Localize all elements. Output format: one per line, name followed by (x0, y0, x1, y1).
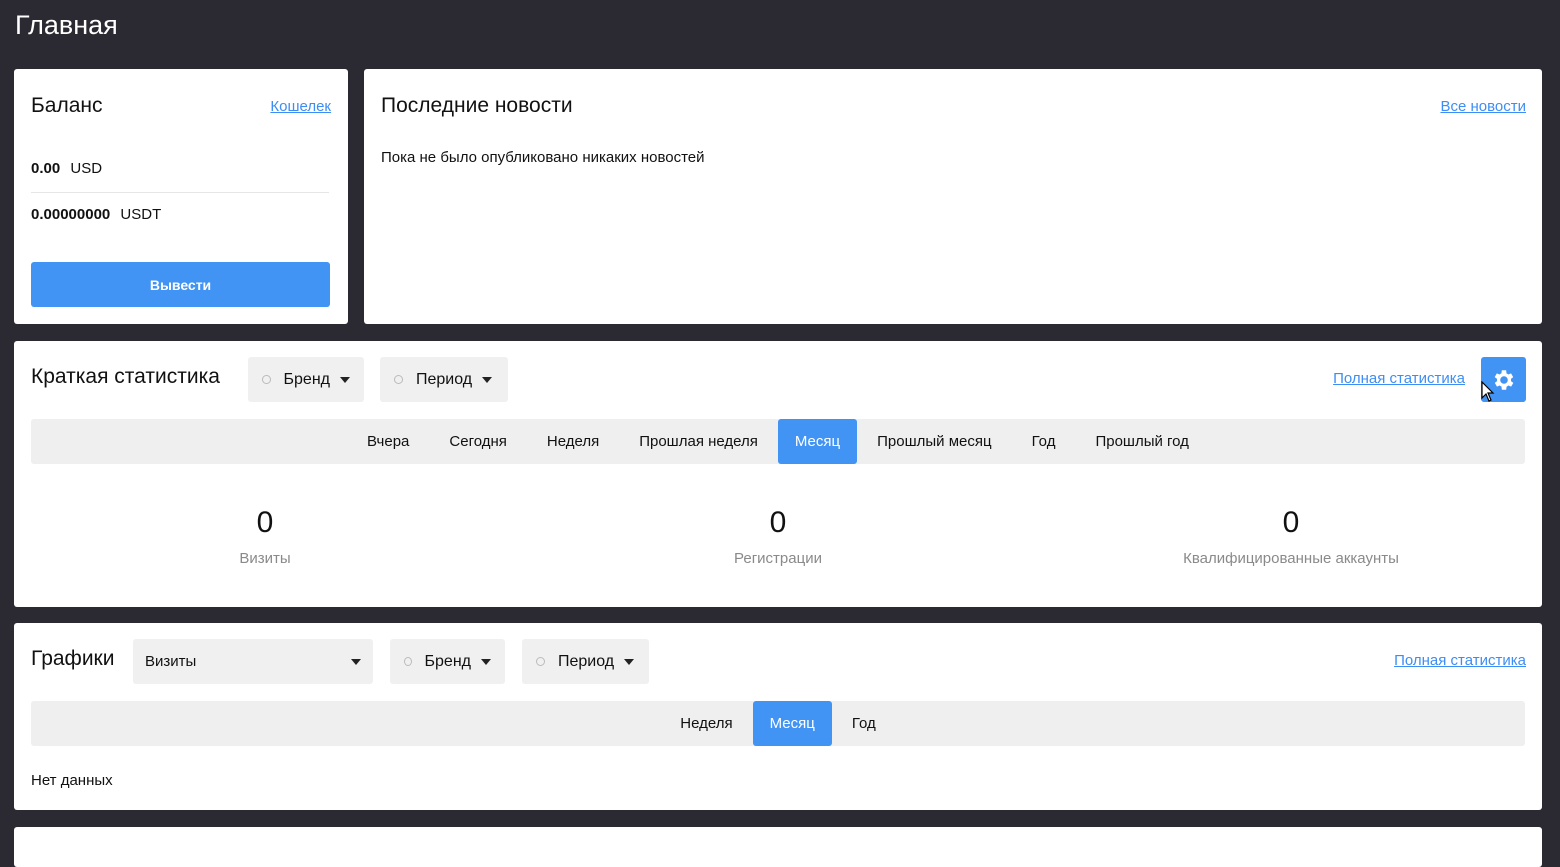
stats-title: Краткая статистика (31, 365, 220, 388)
period-dropdown[interactable]: Период (380, 357, 508, 402)
metric-registrations: 0 Регистрации (578, 506, 978, 567)
metric-label: Визиты (239, 550, 291, 567)
metric-value: 0 (1282, 506, 1300, 539)
circle-icon (262, 375, 271, 384)
balance-amount: 0.00 (31, 160, 61, 177)
news-card: Последние новости Все новости Пока не бы… (364, 69, 1542, 324)
tab-today[interactable]: Сегодня (429, 419, 527, 464)
tab-week[interactable]: Неделя (660, 701, 752, 746)
tab-last-month[interactable]: Прошлый месяц (857, 419, 1011, 464)
full-stats-link[interactable]: Полная статистика (1333, 370, 1465, 387)
circle-icon (394, 375, 403, 384)
balance-currency: USD (70, 160, 103, 177)
news-title: Последние новости (381, 94, 573, 117)
circle-icon (404, 657, 412, 666)
balance-row-usd: 0.00 USD (31, 160, 102, 177)
tab-month[interactable]: Месяц (752, 701, 832, 746)
tab-last-week[interactable]: Прошлая неделя (619, 419, 778, 464)
tab-yesterday[interactable]: Вчера (347, 419, 429, 464)
stats-card: Краткая статистика Бренд Период Полная с… (14, 341, 1542, 607)
mouse-cursor-icon (1481, 381, 1495, 402)
balance-card: Баланс Кошелек 0.00 USD 0.00000000 USDT … (14, 69, 348, 324)
balance-amount: 0.00000000 (31, 206, 111, 223)
metric-value: 0 (256, 506, 274, 539)
period-dropdown[interactable]: Период (522, 639, 649, 684)
full-stats-link[interactable]: Полная статистика (1394, 652, 1526, 669)
no-data-text: Нет данных (31, 772, 113, 789)
period-dropdown-label: Период (558, 652, 615, 670)
balance-currency: USDT (120, 206, 162, 223)
charts-title: Графики (31, 647, 115, 670)
metric-select-label: Визиты (145, 653, 197, 670)
metric-label: Квалифицированные аккаунты (1183, 550, 1399, 567)
caret-down-icon (481, 658, 491, 665)
charts-period-tabs: Неделя Месяц Год (31, 701, 1525, 746)
brand-dropdown-label: Бренд (424, 652, 471, 670)
circle-icon (536, 657, 545, 666)
caret-down-icon (482, 376, 493, 383)
balance-row-usdt: 0.00000000 USDT (31, 206, 161, 223)
period-dropdown-label: Период (416, 370, 473, 388)
stats-period-tabs: Вчера Сегодня Неделя Прошлая неделя Меся… (31, 419, 1525, 464)
bottom-card (14, 827, 1542, 867)
caret-down-icon (624, 658, 635, 665)
metric-value: 0 (769, 506, 787, 539)
tab-year[interactable]: Год (832, 701, 896, 746)
page-title: Главная (15, 10, 118, 40)
metric-label: Регистрации (734, 550, 822, 567)
divider (31, 192, 329, 193)
metric-select[interactable]: Визиты (133, 639, 373, 684)
brand-dropdown[interactable]: Бренд (248, 357, 364, 402)
brand-dropdown[interactable]: Бренд (390, 639, 505, 684)
tab-last-year[interactable]: Прошлый год (1075, 419, 1209, 464)
brand-dropdown-label: Бренд (283, 370, 330, 388)
withdraw-button[interactable]: Вывести (31, 262, 330, 307)
metric-visits: 0 Визиты (65, 506, 465, 567)
caret-down-icon (351, 658, 361, 665)
all-news-link[interactable]: Все новости (1440, 98, 1526, 115)
wallet-link[interactable]: Кошелек (270, 98, 331, 115)
tab-month[interactable]: Месяц (777, 419, 858, 464)
metric-qualified-accounts: 0 Квалифицированные аккаунты (1091, 506, 1491, 567)
charts-card: Графики Визиты Бренд Период Полная стати… (14, 623, 1542, 810)
tab-year[interactable]: Год (1012, 419, 1076, 464)
caret-down-icon (340, 376, 350, 383)
tab-week[interactable]: Неделя (527, 419, 619, 464)
news-empty-text: Пока не было опубликовано никаких новост… (381, 149, 705, 166)
balance-title: Баланс (31, 94, 103, 117)
